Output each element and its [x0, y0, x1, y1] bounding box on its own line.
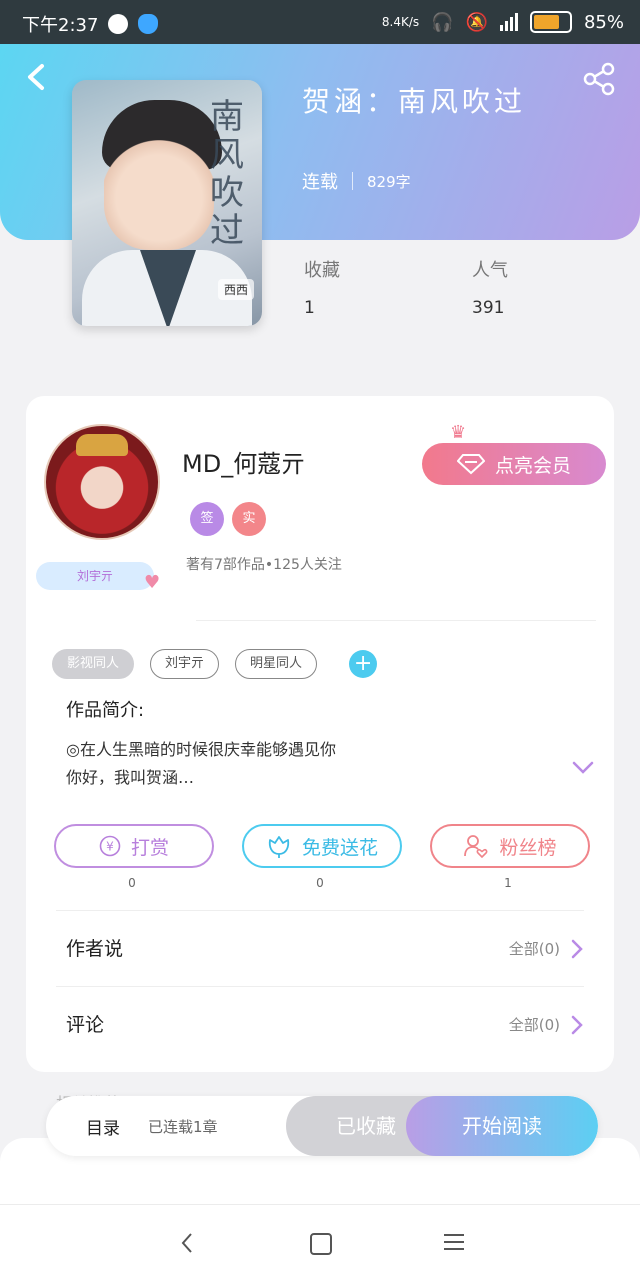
fans-ranking-button[interactable]: 粉丝榜 [430, 824, 590, 868]
signal-icon [499, 13, 518, 31]
tag-list: 影视同人 刘宇亓 明星同人 + [52, 649, 378, 679]
battery-icon [529, 11, 572, 33]
send-flower-button[interactable]: 免费送花 [242, 824, 402, 868]
author-says-row[interactable]: 作者说 全部(0) [26, 910, 614, 984]
battery-percent: 85% [583, 11, 624, 33]
tip-count: 0 [128, 876, 136, 890]
flower-icon [268, 836, 290, 858]
nav-menu-icon[interactable] [444, 1233, 464, 1251]
headset-icon: 🎧 [431, 11, 454, 33]
author-name[interactable]: MD_何蔻亓 [182, 444, 305, 479]
cover-tag: 西西 [217, 279, 254, 300]
book-cover[interactable]: 南风吹过 西西 [72, 80, 262, 326]
toc-button[interactable]: 目录 [86, 1114, 120, 1139]
tag-chip[interactable]: 明星同人 [235, 649, 318, 679]
author-stats: 著有7部作品•125人关注 [186, 557, 342, 573]
read-action-bar: 目录 已连载1章 已收藏 开始阅读 [46, 1096, 598, 1156]
tag-chip[interactable]: 影视同人 [52, 649, 135, 679]
crown-icon: ♛ [450, 422, 467, 443]
share-icon[interactable] [582, 62, 616, 96]
status-time: 下午2:37 [22, 15, 99, 36]
avatar[interactable] [44, 424, 160, 540]
add-tag-button[interactable]: + [349, 650, 378, 678]
avatar-name-tag: 刘宇亓 [36, 562, 154, 590]
real-name-badge: 实 [232, 502, 266, 536]
popularity-stat: 人气 391 [472, 260, 508, 318]
chevron-right-icon [571, 939, 583, 958]
serial-count: 已连载1章 [148, 1118, 218, 1136]
chevron-down-icon[interactable] [572, 756, 594, 778]
net-speed: 8.4K/s [381, 15, 420, 29]
word-count: 829字 [367, 172, 411, 191]
tip-button[interactable]: ¥ 打赏 [54, 824, 214, 868]
tag-chip[interactable]: 刘宇亓 [150, 649, 220, 679]
heart-icon: ♥ [144, 572, 161, 593]
comments-row[interactable]: 评论 全部(0) [26, 986, 614, 1060]
user-heart-icon [464, 835, 488, 858]
nav-home-icon[interactable] [310, 1233, 332, 1255]
sign-badge: 签 [190, 502, 224, 536]
book-status: 连载 [302, 172, 338, 193]
intro-label: 作品简介: [66, 700, 145, 721]
start-reading-button[interactable]: 开始阅读 [406, 1096, 598, 1156]
book-meta: 连载 829字 [302, 168, 411, 194]
vip-button[interactable]: 点亮会员 [422, 443, 606, 485]
flower-count: 0 [316, 876, 324, 890]
system-nav-bar [0, 1204, 640, 1281]
yen-icon: ¥ [99, 835, 121, 857]
cover-title: 南风吹过 [210, 97, 244, 251]
svg-text:¥: ¥ [106, 840, 114, 854]
book-title: 贺涵：南风吹过 [302, 85, 527, 118]
mute-bell-icon: 🔕 [465, 11, 488, 33]
globe-icon [108, 14, 129, 34]
chevron-right-icon [571, 1015, 583, 1034]
back-icon[interactable] [22, 62, 52, 92]
nav-back-icon[interactable] [176, 1231, 200, 1255]
divider [196, 620, 596, 621]
status-bar: 下午2:37 8.4K/s 🎧 🔕 85% [0, 0, 640, 44]
diamond-icon [456, 454, 485, 475]
favorites-stat: 收藏 1 [304, 260, 340, 318]
intro-text: ◎在人生黑暗的时候很庆幸能够遇见你 你好，我叫贺涵… [66, 740, 336, 787]
book-stats: 收藏 1 人气 391 [304, 256, 640, 318]
fans-count: 1 [504, 876, 512, 890]
qq-icon [138, 14, 159, 34]
detail-card: 刘宇亓 ♥ MD_何蔻亓 签 实 著有7部作品•125人关注 ♛ 点亮会员 影视… [26, 396, 614, 1072]
